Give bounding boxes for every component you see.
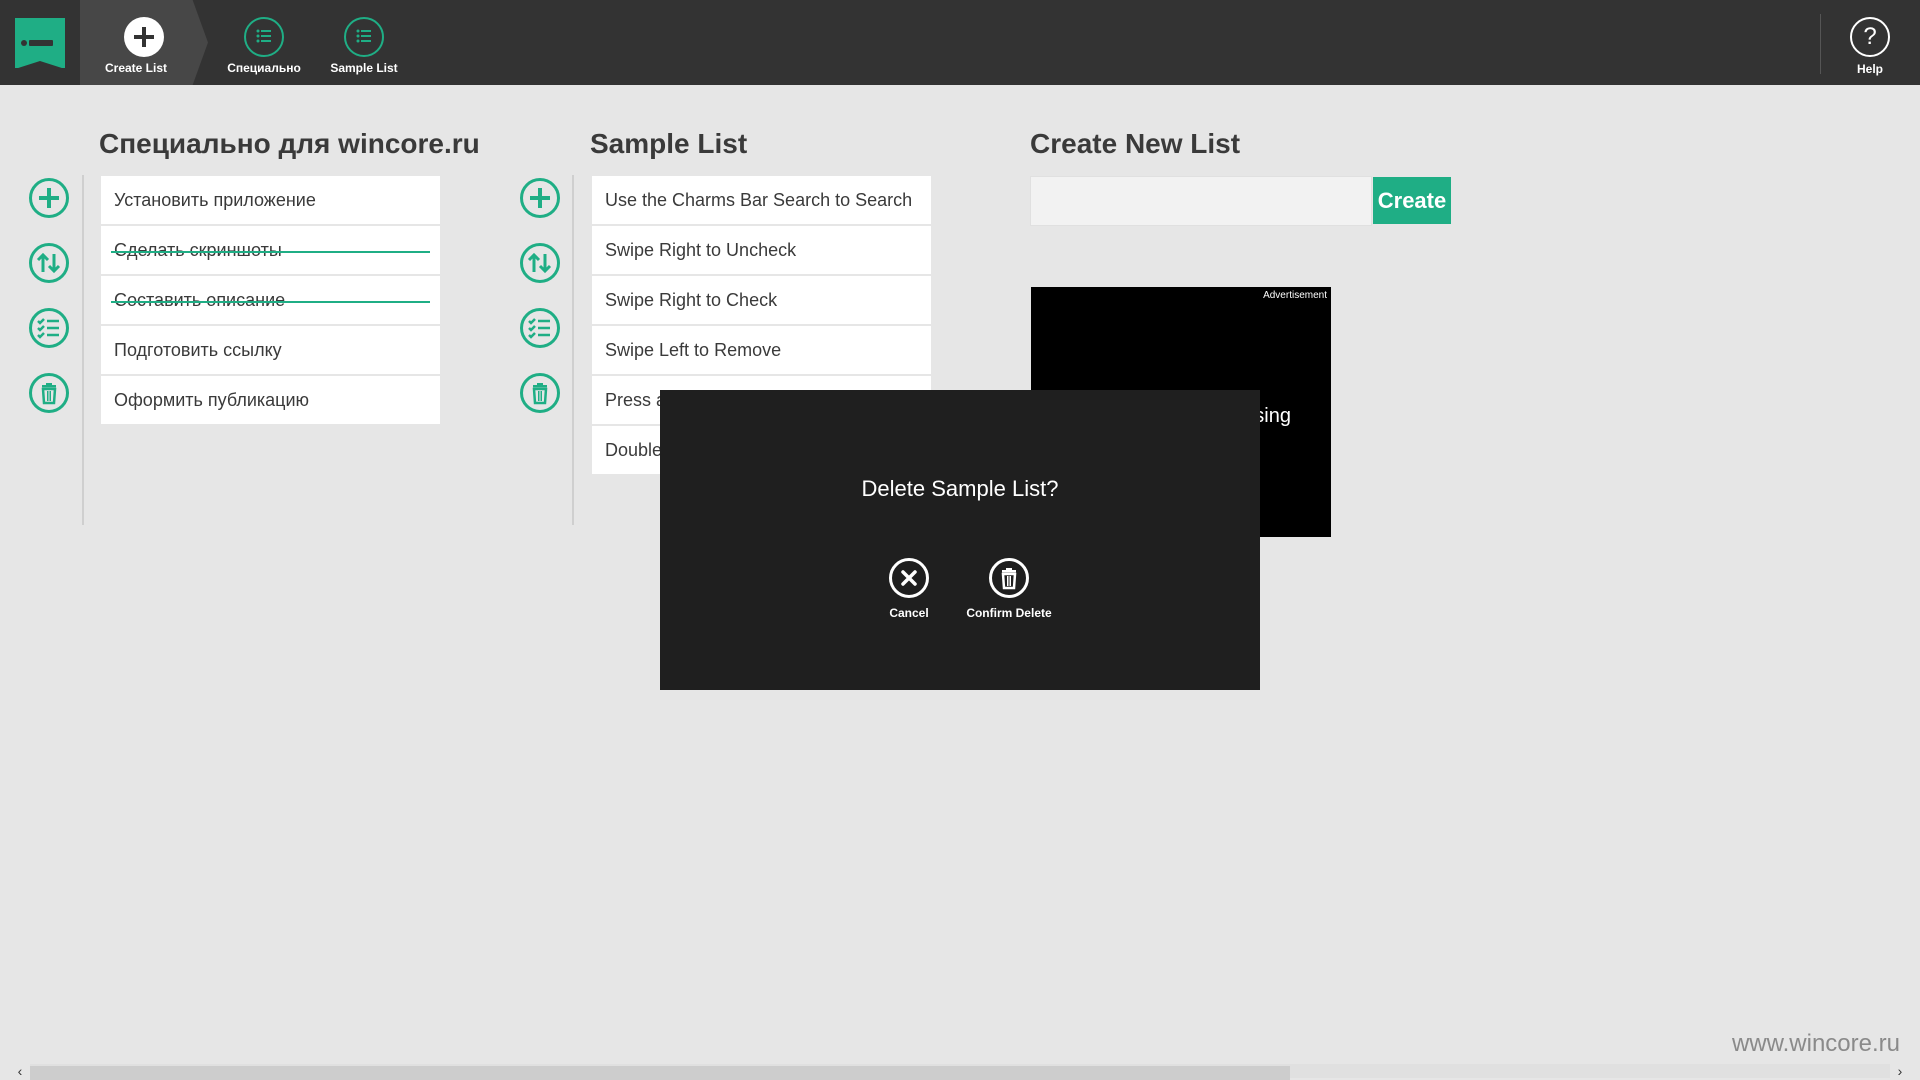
list-item[interactable]: Use the Charms Bar Search to Search bbox=[592, 176, 931, 224]
cancel-label: Cancel bbox=[889, 606, 929, 620]
list-item[interactable]: Swipe Left to Remove bbox=[592, 326, 931, 374]
strikethrough-line bbox=[111, 251, 430, 253]
app-bar: Create List Специально Sample List ? Hel… bbox=[0, 0, 1920, 85]
list-item-text: Swipe Right to Uncheck bbox=[605, 240, 797, 260]
nav-list-sample[interactable]: Sample List bbox=[322, 0, 406, 85]
list-item-text: Оформить публикацию bbox=[114, 390, 310, 410]
list-item-text: Составить описание bbox=[114, 290, 286, 310]
list-item-done[interactable]: Составить описание bbox=[101, 276, 440, 324]
delete-list-button[interactable] bbox=[29, 373, 69, 413]
new-list-name-input[interactable] bbox=[1030, 176, 1372, 226]
list1-divider bbox=[82, 175, 84, 525]
list2-title: Sample List bbox=[590, 128, 748, 159]
nav-list-special-label: Специально bbox=[227, 61, 301, 75]
sort-button[interactable] bbox=[29, 243, 69, 283]
list-item-done[interactable]: Сделать скриншоты bbox=[101, 226, 440, 274]
nav-list-special[interactable]: Специально bbox=[222, 0, 306, 85]
list-icon bbox=[344, 17, 384, 57]
sort-button[interactable] bbox=[520, 243, 560, 283]
list-item[interactable]: Swipe Right to Check bbox=[592, 276, 931, 324]
cancel-button[interactable]: Cancel bbox=[859, 558, 959, 620]
add-item-button[interactable] bbox=[520, 178, 560, 218]
watermark: www.wincore.ru bbox=[1731, 1030, 1900, 1057]
list-item-text: Сделать скриншоты bbox=[114, 240, 282, 260]
add-item-button[interactable] bbox=[29, 178, 69, 218]
trash-icon bbox=[989, 558, 1029, 598]
create-button[interactable]: Create bbox=[1373, 177, 1451, 224]
nav-list-sample-label: Sample List bbox=[330, 61, 398, 75]
list-item-text: Swipe Right to Check bbox=[605, 290, 778, 310]
list-icon bbox=[244, 17, 284, 57]
help-button[interactable]: ? bbox=[1850, 17, 1890, 57]
list-item-text: Установить приложение bbox=[114, 190, 316, 210]
list-item-text: Use the Charms Bar Search to Search bbox=[605, 190, 913, 210]
list-item[interactable]: Оформить публикацию bbox=[101, 376, 440, 424]
scrollbar-thumb[interactable] bbox=[30, 1066, 1290, 1080]
list-item-text: Подготовить ссылку bbox=[114, 340, 282, 360]
list-item[interactable]: Подготовить ссылку bbox=[101, 326, 440, 374]
checklist-button[interactable] bbox=[29, 308, 69, 348]
horizontal-scrollbar[interactable]: ‹ › bbox=[0, 1062, 1920, 1080]
confirm-delete-button[interactable]: Confirm Delete bbox=[959, 558, 1059, 620]
create-list-title: Create New List bbox=[1030, 128, 1241, 159]
app-logo bbox=[15, 18, 65, 69]
list2-divider bbox=[572, 175, 574, 525]
nav-create-list-label: Create List bbox=[104, 61, 168, 75]
delete-confirm-dialog: Delete Sample List? Cancel Confirm Delet… bbox=[660, 390, 1260, 690]
list-item-text: Double bbox=[605, 440, 663, 460]
confirm-delete-label: Confirm Delete bbox=[966, 606, 1052, 620]
nav-create-list[interactable]: Create List bbox=[80, 0, 208, 85]
list-item[interactable]: Установить приложение bbox=[101, 176, 440, 224]
help-divider bbox=[1820, 14, 1821, 74]
list1-title: Специально для wincore.ru bbox=[99, 128, 480, 159]
strikethrough-line bbox=[111, 301, 430, 303]
scroll-left-icon[interactable]: ‹ bbox=[10, 1062, 30, 1080]
plus-circle-icon bbox=[124, 17, 164, 57]
list-item-text: Swipe Left to Remove bbox=[605, 340, 782, 360]
delete-list-button[interactable] bbox=[520, 373, 560, 413]
list-item[interactable]: Swipe Right to Uncheck bbox=[592, 226, 931, 274]
dialog-title: Delete Sample List? bbox=[861, 476, 1059, 501]
list-item-text: Press a bbox=[605, 390, 667, 410]
ad-label: Advertisement bbox=[1263, 290, 1327, 301]
help-label: Help bbox=[1856, 62, 1883, 76]
close-icon bbox=[889, 558, 929, 598]
list1-items: Установить приложение Сделать скриншоты … bbox=[101, 176, 440, 426]
scrollbar-track[interactable] bbox=[30, 1064, 1890, 1080]
scroll-right-icon[interactable]: › bbox=[1890, 1062, 1910, 1080]
checklist-button[interactable] bbox=[520, 308, 560, 348]
